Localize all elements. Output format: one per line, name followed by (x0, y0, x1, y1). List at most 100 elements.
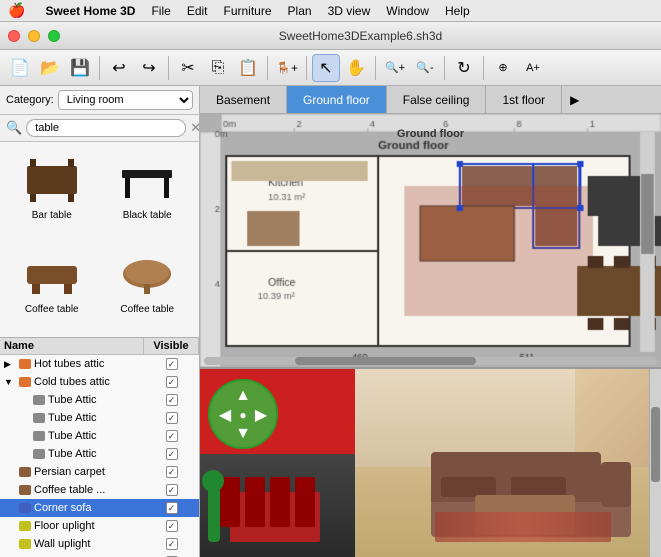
tree-item-label: Tube Attic (48, 394, 144, 406)
tree-row[interactable]: Corner sofa ✓ (0, 499, 199, 517)
3d-vscroll[interactable] (649, 369, 661, 557)
tree-item-icon (19, 539, 31, 549)
tree-visible-checkbox[interactable]: ✓ (166, 412, 178, 424)
menu-help[interactable]: Help (445, 4, 470, 18)
tree-row[interactable]: Tube Attic ✓ (0, 427, 199, 445)
furniture-item-coffee-table-2[interactable]: Coffee table (102, 242, 194, 332)
furniture-item-black-table[interactable]: Black table (102, 148, 194, 238)
tree-item-icon (19, 485, 31, 495)
tab-false-ceiling[interactable]: False ceiling (387, 86, 487, 113)
furniture-label: Coffee table (25, 304, 79, 315)
category-select[interactable]: Living room Bedroom Kitchen Bathroom Off… (58, 90, 193, 110)
nav-circle[interactable]: ▲ ◀ ● ▶ ▼ (208, 379, 278, 449)
bottom-panel: ▲ ◀ ● ▶ ▼ (200, 367, 661, 557)
tab-more-button[interactable]: ▶ (562, 89, 587, 111)
open-button[interactable]: 📂 (36, 54, 64, 82)
floor-tabs: Basement Ground floor False ceiling 1st … (200, 86, 661, 114)
menu-file[interactable]: File (151, 4, 170, 18)
zoom-in-button[interactable]: 🔍+ (381, 54, 409, 82)
maximize-button[interactable] (48, 30, 60, 42)
tree-row[interactable]: Tube Attic ✓ (0, 409, 199, 427)
furniture-item-bar-table[interactable]: Bar table (6, 148, 98, 238)
furniture-item-coffee-table-1[interactable]: Coffee table (6, 242, 98, 332)
menu-window[interactable]: Window (386, 4, 429, 18)
tree-visible-checkbox[interactable]: ✓ (166, 484, 178, 496)
furniture-thumb (112, 247, 182, 302)
separator-4 (306, 56, 307, 80)
text-size-button[interactable]: A+ (519, 54, 547, 82)
nav-center: ● (234, 405, 252, 425)
tree-expand-icon[interactable]: ▶ (4, 359, 16, 370)
undo-button[interactable]: ↩ (105, 54, 133, 82)
menu-plan[interactable]: Plan (288, 4, 312, 18)
tree-col-visible: Visible (144, 338, 199, 354)
menu-3dview[interactable]: 3D view (328, 4, 371, 18)
furniture-thumb (17, 153, 87, 208)
furniture-label: Coffee table (120, 304, 174, 315)
search-input[interactable] (26, 119, 186, 137)
tree-row[interactable]: Tube Attic ✓ (0, 391, 199, 409)
zoom-out-button[interactable]: 🔍- (411, 54, 439, 82)
menu-app-name[interactable]: Sweet Home 3D (45, 4, 135, 18)
scroll-track (204, 357, 657, 365)
tree-visible-checkbox[interactable]: ✓ (166, 394, 178, 406)
tree-expand-icon[interactable]: ▼ (4, 377, 16, 387)
copy-button[interactable]: ⎘ (204, 54, 232, 82)
nav-right[interactable]: ▶ (252, 405, 270, 425)
separator-3 (267, 56, 268, 80)
cut-button[interactable]: ✂ (174, 54, 202, 82)
category-bar: Category: Living room Bedroom Kitchen Ba… (0, 86, 199, 115)
tree-item-icon (19, 377, 31, 387)
tree-visible-checkbox[interactable]: ✓ (166, 502, 178, 514)
tree-item-label: Coffee table ... (34, 484, 144, 496)
tree-row[interactable]: Wall uplight ✓ (0, 535, 199, 553)
tab-basement[interactable]: Basement (200, 86, 287, 113)
new-button[interactable]: 📄 (6, 54, 34, 82)
nav-up[interactable]: ▲ (234, 387, 252, 405)
pointer-button[interactable]: ↖ (312, 54, 340, 82)
tree-visible-checkbox[interactable]: ✓ (166, 520, 178, 532)
nav-left[interactable]: ◀ (216, 405, 234, 425)
hand-button[interactable]: ✋ (342, 54, 370, 82)
save-button[interactable]: 💾 (66, 54, 94, 82)
plan-wrapper: Ground floor (200, 114, 661, 353)
separator-5 (375, 56, 376, 80)
separator-6 (444, 56, 445, 80)
paste-button[interactable]: 📋 (234, 54, 262, 82)
zoom-plus-button[interactable]: ⊕ (489, 54, 517, 82)
scroll-thumb[interactable] (295, 357, 476, 365)
tree-row[interactable]: Tube Attic ✓ (0, 445, 199, 463)
redo-button[interactable]: ↪ (135, 54, 163, 82)
tree-row[interactable]: Wall uplight ✓ (0, 553, 199, 557)
apple-menu[interactable]: 🍎 (8, 2, 25, 19)
tree-visible-checkbox[interactable]: ✓ (166, 448, 178, 460)
tab-1st-floor[interactable]: 1st floor (486, 86, 562, 113)
nav-control[interactable]: ▲ ◀ ● ▶ ▼ (208, 379, 280, 451)
close-button[interactable] (8, 30, 20, 42)
search-icon: 🔍 (6, 120, 22, 136)
toolbar: 📄 📂 💾 ↩ ↪ ✂ ⎘ 📋 🪑+ ↖ ✋ 🔍+ 🔍- ↻ ⊕ A+ (0, 50, 661, 86)
rotate-button[interactable]: ↻ (450, 54, 478, 82)
tree-row[interactable]: Persian carpet ✓ (0, 463, 199, 481)
tree-item-label: Tube Attic (48, 430, 144, 442)
menu-edit[interactable]: Edit (187, 4, 208, 18)
tree-visible-checkbox[interactable]: ✓ (166, 376, 178, 388)
add-furniture-button[interactable]: 🪑+ (273, 54, 301, 82)
tree-row[interactable]: ▼ Cold tubes attic ✓ (0, 373, 199, 391)
tree-visible-checkbox[interactable]: ✓ (166, 358, 178, 370)
tree-visible-checkbox[interactable]: ✓ (166, 538, 178, 550)
plan-canvas[interactable] (200, 114, 661, 384)
tree-row[interactable]: Floor uplight ✓ (0, 517, 199, 535)
separator-1 (99, 56, 100, 80)
tree-item-icon (33, 413, 45, 423)
tree-item-label: Floor uplight (34, 520, 144, 532)
tree-visible-checkbox[interactable]: ✓ (166, 430, 178, 442)
nav-down[interactable]: ▼ (234, 425, 252, 443)
minimize-button[interactable] (28, 30, 40, 42)
tree-row[interactable]: Coffee table ... ✓ (0, 481, 199, 499)
menu-furniture[interactable]: Furniture (224, 4, 272, 18)
tree-row[interactable]: ▶ Hot tubes attic ✓ (0, 355, 199, 373)
tree-rows-container: ▶ Hot tubes attic ✓ ▼ Cold tubes attic ✓… (0, 355, 199, 557)
tab-ground-floor[interactable]: Ground floor (287, 86, 387, 113)
tree-visible-checkbox[interactable]: ✓ (166, 466, 178, 478)
